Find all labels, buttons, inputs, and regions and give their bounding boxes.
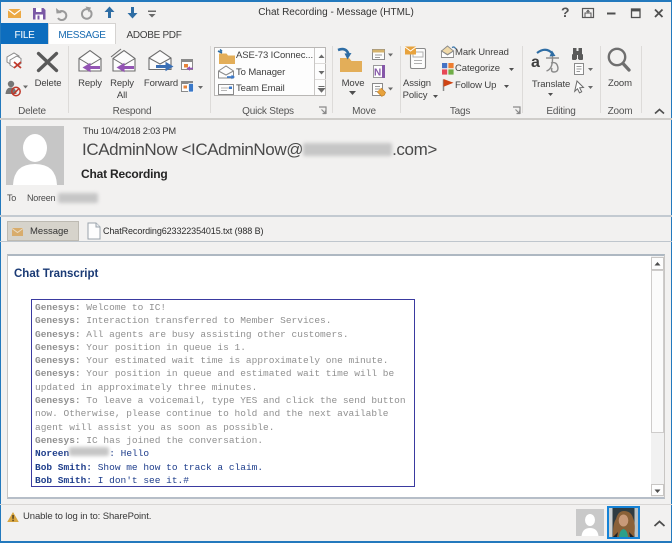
svg-text:?: ? — [561, 4, 570, 20]
svg-text:a: a — [531, 54, 540, 71]
svg-text:N: N — [374, 68, 381, 79]
